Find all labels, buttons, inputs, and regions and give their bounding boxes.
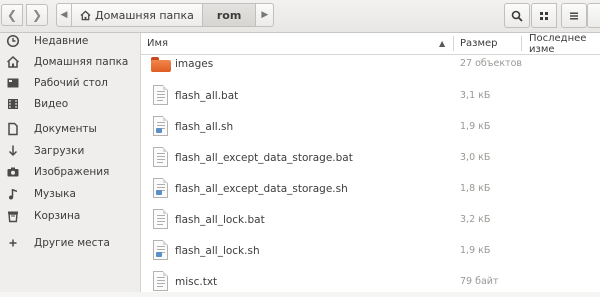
path-crumb-home[interactable]: Домашняя папка	[72, 3, 203, 27]
sidebar-item-recent[interactable]: Недавние	[0, 31, 140, 51]
file-size: 3,1 кБ	[460, 90, 491, 101]
sidebar-item-pictures[interactable]: Изображения	[0, 162, 140, 182]
file-row[interactable]: flash_all.sh 1,9 кБ	[141, 111, 600, 142]
search-icon	[511, 10, 523, 22]
sidebar: Недавние Домашняя папка Рабочий стол Вид…	[0, 33, 141, 292]
sidebar-item-downloads[interactable]: Загрузки	[0, 141, 140, 161]
sidebar-item-label: Документы	[34, 123, 97, 135]
home-icon	[80, 10, 91, 20]
menu-button[interactable]	[561, 3, 587, 28]
sidebar-item-label: Рабочий стол	[34, 77, 108, 89]
file-size: 1,8 кБ	[460, 183, 491, 194]
sidebar-item-other-locations[interactable]: Другие места	[0, 233, 140, 253]
file-row-images[interactable]: images 27 объектов	[141, 48, 600, 79]
header-bar: ❮ ❯ ◀ Домашняя папка rom ▶	[0, 0, 600, 33]
sidebar-item-label: Недавние	[34, 35, 89, 47]
forward-button[interactable]: ❯	[26, 4, 48, 26]
download-icon	[8, 145, 18, 157]
sidebar-item-videos[interactable]: Видео	[0, 94, 140, 114]
chevron-right-icon: ❯	[31, 8, 43, 22]
folder-icon	[151, 57, 171, 72]
script-file-icon	[153, 116, 168, 136]
path-crumb-rom-label: rom	[216, 8, 242, 22]
sidebar-item-desktop[interactable]: Рабочий стол	[0, 73, 140, 93]
path-scroll-left-button[interactable]: ◀	[56, 3, 72, 27]
file-size: 3,2 кБ	[460, 214, 491, 225]
plus-icon	[9, 239, 17, 247]
sidebar-item-label: Музыка	[34, 188, 76, 200]
text-file-icon	[153, 147, 168, 167]
chevron-left-icon: ❮	[6, 8, 18, 22]
path-bar: ◀ Домашняя папка rom ▶	[56, 3, 275, 27]
file-name: flash_all_lock.bat	[175, 213, 265, 226]
sidebar-item-home[interactable]: Домашняя папка	[0, 52, 140, 72]
clock-icon	[6, 34, 20, 48]
trash-icon	[8, 211, 18, 223]
path-crumb-home-label: Домашняя папка	[95, 8, 194, 22]
file-size: 1,9 кБ	[460, 121, 491, 132]
file-row[interactable]: flash_all_except_data_storage.bat 3,0 кБ	[141, 142, 600, 173]
file-row[interactable]: flash_all_lock.bat 3,2 кБ	[141, 204, 600, 235]
file-name: flash_all.sh	[175, 120, 234, 133]
desktop-folder-icon	[7, 78, 19, 88]
text-file-icon	[153, 209, 168, 229]
file-name: flash_all_except_data_storage.sh	[175, 182, 348, 195]
file-row[interactable]: flash_all.bat 3,1 кБ	[141, 80, 600, 111]
file-name: misc.txt	[175, 275, 218, 288]
file-row[interactable]: flash_all_except_data_storage.sh 1,8 кБ	[141, 173, 600, 204]
file-row[interactable]: misc.txt 79 байт	[141, 266, 600, 297]
grid-view-icon	[540, 11, 548, 20]
sidebar-item-trash[interactable]: Корзина	[0, 206, 140, 226]
file-list: Имя ▲ Размер Последнее изме images 27 об…	[141, 33, 600, 292]
sort-ascending-icon: ▲	[439, 39, 446, 48]
file-name: flash_all.bat	[175, 89, 239, 102]
text-file-icon	[153, 271, 168, 291]
file-name: flash_all_except_data_storage.bat	[175, 151, 353, 164]
script-file-icon	[153, 178, 168, 198]
file-row[interactable]: flash_all_lock.sh 1,9 кБ	[141, 235, 600, 266]
home-icon	[6, 55, 20, 68]
path-crumb-rom[interactable]: rom	[202, 3, 257, 27]
file-size: 79 байт	[460, 276, 499, 287]
sidebar-item-label: Загрузки	[34, 145, 85, 157]
file-size: 3,0 кБ	[460, 152, 491, 163]
file-size: 1,9 кБ	[460, 245, 491, 256]
sidebar-item-label: Домашняя папка	[34, 56, 129, 68]
file-name: images	[175, 57, 214, 70]
grid-view-button[interactable]	[531, 3, 557, 28]
script-file-icon	[153, 240, 168, 260]
path-scroll-right-button[interactable]: ▶	[256, 3, 275, 27]
hamburger-menu-icon	[570, 12, 578, 19]
sidebar-item-music[interactable]: Музыка	[0, 184, 140, 204]
music-icon	[9, 189, 17, 200]
file-name: flash_all_lock.sh	[175, 244, 260, 257]
sidebar-item-documents[interactable]: Документы	[0, 119, 140, 139]
document-icon	[8, 122, 18, 136]
sidebar-item-label: Изображения	[34, 166, 110, 178]
video-icon	[8, 99, 18, 109]
sidebar-item-label: Корзина	[34, 210, 81, 222]
camera-icon	[7, 167, 19, 177]
sidebar-item-label: Другие места	[34, 237, 110, 249]
back-button[interactable]: ❮	[1, 4, 23, 26]
text-file-icon	[153, 85, 168, 105]
file-size: 27 объектов	[460, 58, 523, 69]
sidebar-item-label: Видео	[34, 98, 69, 110]
search-button[interactable]	[504, 3, 530, 28]
window-control-button[interactable]	[587, 3, 600, 28]
